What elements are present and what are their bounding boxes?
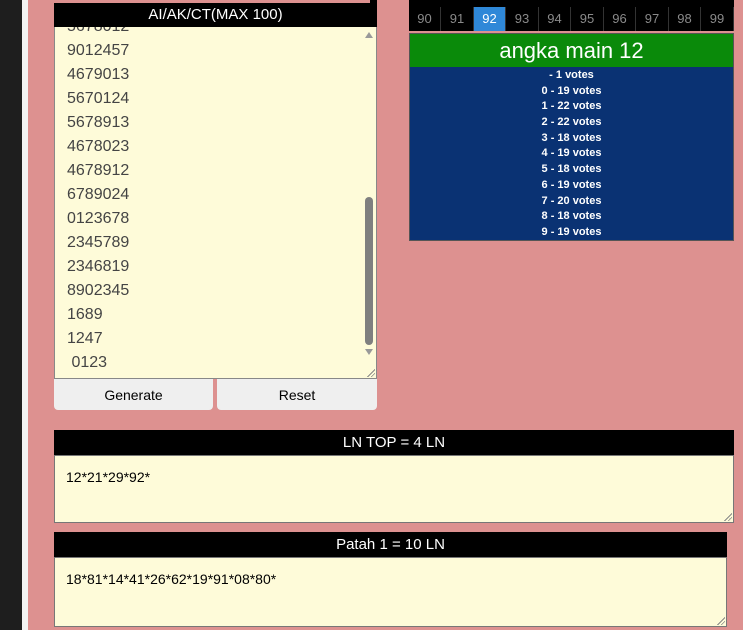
list-item: 1247 <box>67 330 103 347</box>
vote-row: 7 - 20 votes <box>541 194 602 207</box>
reset-button[interactable]: Reset <box>217 379 377 410</box>
list-item: 8902345 <box>67 282 130 299</box>
list-item: 5678012 <box>67 27 129 39</box>
list-scrollbar[interactable] <box>362 27 376 378</box>
scroll-down-icon[interactable] <box>365 349 373 355</box>
number-cell[interactable]: 97 <box>637 7 669 31</box>
patah-textarea[interactable]: 18*81*14*41*26*62*19*91*08*80* <box>54 557 727 627</box>
votes-list: - 1 votes 0 - 19 votes 1 - 22 votes 2 - 22 … <box>410 68 733 241</box>
number-list: 5678012 9012457 4679013 5670124 5678913 46780… <box>67 27 129 375</box>
list-item: 6789024 <box>67 186 130 203</box>
vote-row: 5 - 18 votes <box>541 163 602 176</box>
patah-header: Patah 1 = 10 LN <box>54 532 727 557</box>
vote-row: 6 - 19 votes <box>541 178 602 191</box>
list-header: AI/AK/CT(MAX 100) <box>54 3 377 27</box>
vote-row: 0 - 19 votes <box>541 84 602 97</box>
vote-row: 3 - 18 votes <box>541 131 602 144</box>
window-edge-light <box>22 0 28 630</box>
ln-top-header: LN TOP = 4 LN <box>54 430 734 455</box>
number-cell[interactable]: 91 <box>442 7 474 31</box>
number-cell[interactable]: 99 <box>702 7 734 31</box>
list-item: 4678023 <box>67 138 130 155</box>
angka-main-box: angka main 12 - 1 votes 0 - 19 votes 1 - 2… <box>409 33 734 241</box>
generate-button[interactable]: Generate <box>54 379 213 410</box>
patah-section: Patah 1 = 10 LN 18*81*14*41*26*62*19*91*… <box>54 532 727 627</box>
vote-row: 4 - 19 votes <box>541 147 602 160</box>
resize-handle-icon[interactable] <box>366 368 375 377</box>
ln-top-textarea[interactable]: 12*21*29*92* <box>54 455 734 523</box>
number-cell[interactable]: 96 <box>604 7 636 31</box>
vote-row: 1 - 22 votes <box>541 100 602 113</box>
number-cell[interactable]: 95 <box>572 7 604 31</box>
vote-row: 8 - 18 votes <box>541 210 602 223</box>
list-item: 0123678 <box>67 210 130 227</box>
resize-handle-icon[interactable] <box>723 512 732 521</box>
vote-row: - 1 votes <box>549 69 594 81</box>
list-item: 2345789 <box>67 234 130 251</box>
number-list-panel: AI/AK/CT(MAX 100) 5678012901245746790135… <box>54 0 377 379</box>
number-cell[interactable]: 92 <box>474 7 506 31</box>
vote-row: 2 - 22 votes <box>541 116 602 129</box>
number-list-textarea[interactable]: 5678012 9012457 4679013 5670124 5678913 46780… <box>54 27 377 379</box>
number-cell[interactable]: 98 <box>669 7 701 31</box>
list-item: 2346819 <box>67 258 130 275</box>
window-edge <box>0 0 22 630</box>
number-cell[interactable]: 93 <box>507 7 539 31</box>
list-item: 4679013 <box>67 66 130 83</box>
patah-value: 18*81*14*41*26*62*19*91*08*80* <box>66 571 277 587</box>
number-cell[interactable]: 90 <box>409 7 441 31</box>
ln-top-value: 12*21*29*92* <box>66 469 151 485</box>
ln-top-section: LN TOP = 4 LN 12*21*29*92* <box>54 430 734 523</box>
scroll-up-icon[interactable] <box>365 32 373 38</box>
vote-row: 9 - 19 votes <box>541 225 602 238</box>
list-item: 5678913 <box>67 114 130 131</box>
number-strip-top <box>409 0 734 7</box>
number-cell[interactable]: 94 <box>539 7 571 31</box>
number-strip: 90 91 92 93 94 95 96 97 98 99 <box>409 7 734 31</box>
list-item: 4678912 <box>67 162 130 179</box>
angka-title: angka main 12 <box>410 34 733 67</box>
list-item: 1689 <box>67 306 103 323</box>
list-item: 0123 <box>67 354 108 371</box>
list-item: 9012457 <box>67 42 130 59</box>
list-item: 5670124 <box>67 90 130 107</box>
scroll-thumb[interactable] <box>365 197 373 345</box>
resize-handle-icon[interactable] <box>716 616 725 625</box>
